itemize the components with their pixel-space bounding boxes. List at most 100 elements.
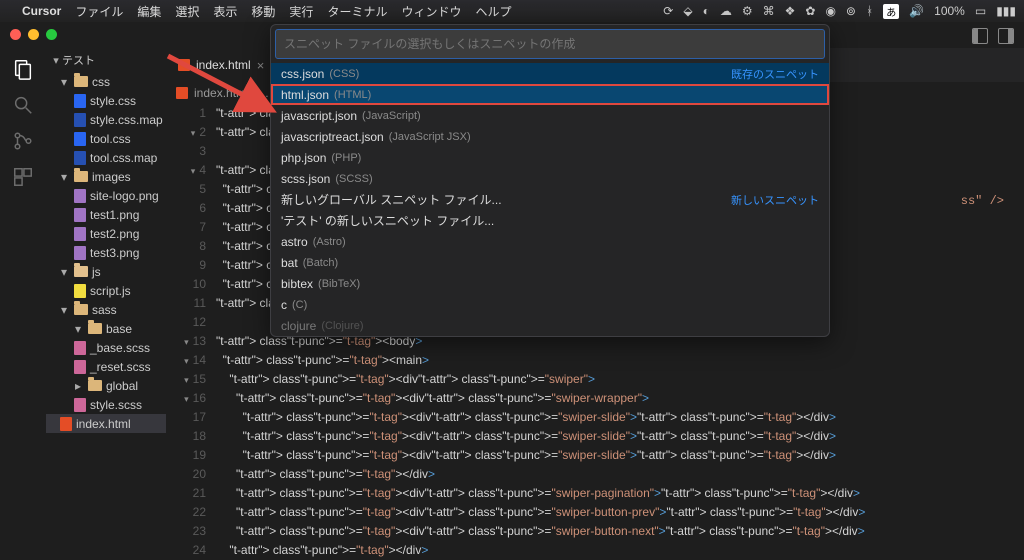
file-style.css.map[interactable]: style.css.map xyxy=(46,110,166,129)
snippet-option-javascript-json[interactable]: javascript.json (JavaScript) xyxy=(271,105,829,126)
file-style.css[interactable]: style.css xyxy=(46,91,166,110)
scm-icon[interactable] xyxy=(12,130,34,152)
folder-images[interactable]: ▾images xyxy=(46,167,166,186)
wifi-icon[interactable]: ⊚ xyxy=(846,4,856,18)
toggle-panel-icon[interactable] xyxy=(998,28,1014,44)
project-root[interactable]: ▾テスト xyxy=(46,48,166,72)
group-label: 新しいスニペット xyxy=(731,192,819,208)
snippet-option--[interactable]: 'テスト' の新しいスニペット ファイル... xyxy=(271,210,829,231)
snippet-option-astro[interactable]: astro (Astro) xyxy=(271,231,829,252)
code-line[interactable]: "t-attr"> class"t-punc">="t-tag"><div"t-… xyxy=(216,484,1024,503)
menu-file[interactable]: ファイル xyxy=(75,3,123,20)
file-site-logo.png[interactable]: site-logo.png xyxy=(46,186,166,205)
option-label: css.json xyxy=(281,67,324,81)
file-index.html[interactable]: index.html xyxy=(46,414,166,433)
snippet-option-scss-json[interactable]: scss.json (SCSS) xyxy=(271,168,829,189)
tab-index-html[interactable]: index.html × xyxy=(166,48,277,82)
chevron-icon: ▸ xyxy=(74,379,82,393)
file-label: tool.css xyxy=(90,132,131,146)
code-line[interactable]: "t-attr"> class"t-punc">="t-tag"></div> xyxy=(216,465,1024,484)
menu-run[interactable]: 実行 xyxy=(289,3,313,20)
code-line[interactable]: "t-attr"> class"t-punc">="t-tag"><div"t-… xyxy=(216,389,1024,408)
code-line[interactable]: "t-attr"> class"t-punc">="t-tag"></div> xyxy=(216,541,1024,560)
truncated-code: ss" /> xyxy=(961,194,1004,208)
extensions-icon[interactable] xyxy=(12,166,34,188)
menu-window[interactable]: ウィンドウ xyxy=(401,3,461,20)
snippet-option-c[interactable]: c (C) xyxy=(271,294,829,315)
quickpick-input[interactable] xyxy=(284,37,816,51)
close-window[interactable] xyxy=(10,29,21,40)
status-icon[interactable]: ⟳ xyxy=(663,4,673,18)
zoom-window[interactable] xyxy=(46,29,57,40)
code-line[interactable]: "t-attr"> class"t-punc">="t-tag"><div"t-… xyxy=(216,370,1024,389)
close-tab-icon[interactable]: × xyxy=(257,58,265,73)
folder-css[interactable]: ▾css xyxy=(46,72,166,91)
app-name[interactable]: Cursor xyxy=(22,4,61,18)
code-line[interactable]: "t-attr"> class"t-punc">="t-tag"><div"t-… xyxy=(216,427,1024,446)
snippet-option-clojure[interactable]: clojure (Clojure) xyxy=(271,315,829,336)
file-label: js xyxy=(92,265,101,279)
code-line[interactable]: "t-attr"> class"t-punc">="t-tag"><div"t-… xyxy=(216,522,1024,541)
folder-icon xyxy=(74,76,88,87)
option-label: c xyxy=(281,298,287,312)
status-icon[interactable]: ❖ xyxy=(785,4,796,18)
crumb[interactable]: index.html xyxy=(194,86,249,100)
html-file-icon xyxy=(60,417,72,431)
volume-icon[interactable]: 🔊 xyxy=(909,4,924,18)
folder-base[interactable]: ▾base xyxy=(46,319,166,338)
explorer-icon[interactable] xyxy=(12,58,34,80)
status-icon[interactable]: ◉ xyxy=(825,4,835,18)
file-tool.css[interactable]: tool.css xyxy=(46,129,166,148)
code-line[interactable]: "t-attr"> class"t-punc">="t-tag"><div"t-… xyxy=(216,503,1024,522)
file-_base.scss[interactable]: _base.scss xyxy=(46,338,166,357)
status-icon[interactable]: ✿ xyxy=(805,4,815,18)
status-icon[interactable]: ◐ xyxy=(703,4,710,18)
bluetooth-icon[interactable]: ᚼ xyxy=(866,4,873,18)
file-test3.png[interactable]: test3.png xyxy=(46,243,166,262)
file-tool.css.map[interactable]: tool.css.map xyxy=(46,148,166,167)
battery-text[interactable]: 100% xyxy=(934,4,965,18)
menu-go[interactable]: 移動 xyxy=(251,3,275,20)
root-label: テスト xyxy=(62,55,95,67)
folder-global[interactable]: ▸ global xyxy=(46,376,166,395)
status-icon[interactable]: ☁ xyxy=(720,4,732,18)
snippet-option-bibtex[interactable]: bibtex (BibTeX) xyxy=(271,273,829,294)
menu-help[interactable]: ヘルプ xyxy=(475,3,511,20)
ime-indicator[interactable]: あ xyxy=(883,4,899,19)
menu-edit[interactable]: 編集 xyxy=(137,3,161,20)
snippet-option--[interactable]: 新しいグローバル スニペット ファイル...新しいスニペット xyxy=(271,189,829,210)
sass-file-icon xyxy=(74,341,86,355)
code-line[interactable]: "t-attr"> class"t-punc">="t-tag"><div"t-… xyxy=(216,446,1024,465)
code-line[interactable]: "t-attr"> class"t-punc">="t-tag"><main> xyxy=(216,351,1024,370)
menu-terminal[interactable]: ターミナル xyxy=(327,3,387,20)
snippet-option-javascriptreact-json[interactable]: javascriptreact.json (JavaScript JSX) xyxy=(271,126,829,147)
folder-icon xyxy=(88,380,102,391)
folder-js[interactable]: ▾js xyxy=(46,262,166,281)
status-icon[interactable]: ⚙ xyxy=(742,4,753,18)
menu-selection[interactable]: 選択 xyxy=(175,3,199,20)
quickpick-input-wrap[interactable] xyxy=(275,29,825,59)
option-sublabel: (Clojure) xyxy=(321,320,363,332)
status-icon[interactable]: ⬙ xyxy=(683,4,692,18)
status-icon[interactable]: ⌘ xyxy=(763,4,775,18)
file-test1.png[interactable]: test1.png xyxy=(46,205,166,224)
file-_reset.scss[interactable]: _reset.scss xyxy=(46,357,166,376)
css-file-icon xyxy=(74,94,86,108)
file-script.js[interactable]: script.js xyxy=(46,281,166,300)
file-test2.png[interactable]: test2.png xyxy=(46,224,166,243)
folder-sass[interactable]: ▾sass xyxy=(46,300,166,319)
snippet-option-php-json[interactable]: php.json (PHP) xyxy=(271,147,829,168)
toggle-sidebar-icon[interactable] xyxy=(972,28,988,44)
option-label: javascript.json xyxy=(281,109,357,123)
snippet-option-html-json[interactable]: html.json (HTML) xyxy=(271,84,829,105)
file-style.scss[interactable]: style.scss xyxy=(46,395,166,414)
file-label: global xyxy=(106,379,138,393)
menu-view[interactable]: 表示 xyxy=(213,3,237,20)
snippet-option-bat[interactable]: bat (Batch) xyxy=(271,252,829,273)
battery-icon: ▭ xyxy=(975,4,986,18)
clock[interactable]: ▮▮▮ xyxy=(996,4,1016,18)
snippet-option-css-json[interactable]: css.json (CSS)既存のスニペット xyxy=(271,63,829,84)
code-line[interactable]: "t-attr"> class"t-punc">="t-tag"><div"t-… xyxy=(216,408,1024,427)
minimize-window[interactable] xyxy=(28,29,39,40)
search-icon[interactable] xyxy=(12,94,34,116)
